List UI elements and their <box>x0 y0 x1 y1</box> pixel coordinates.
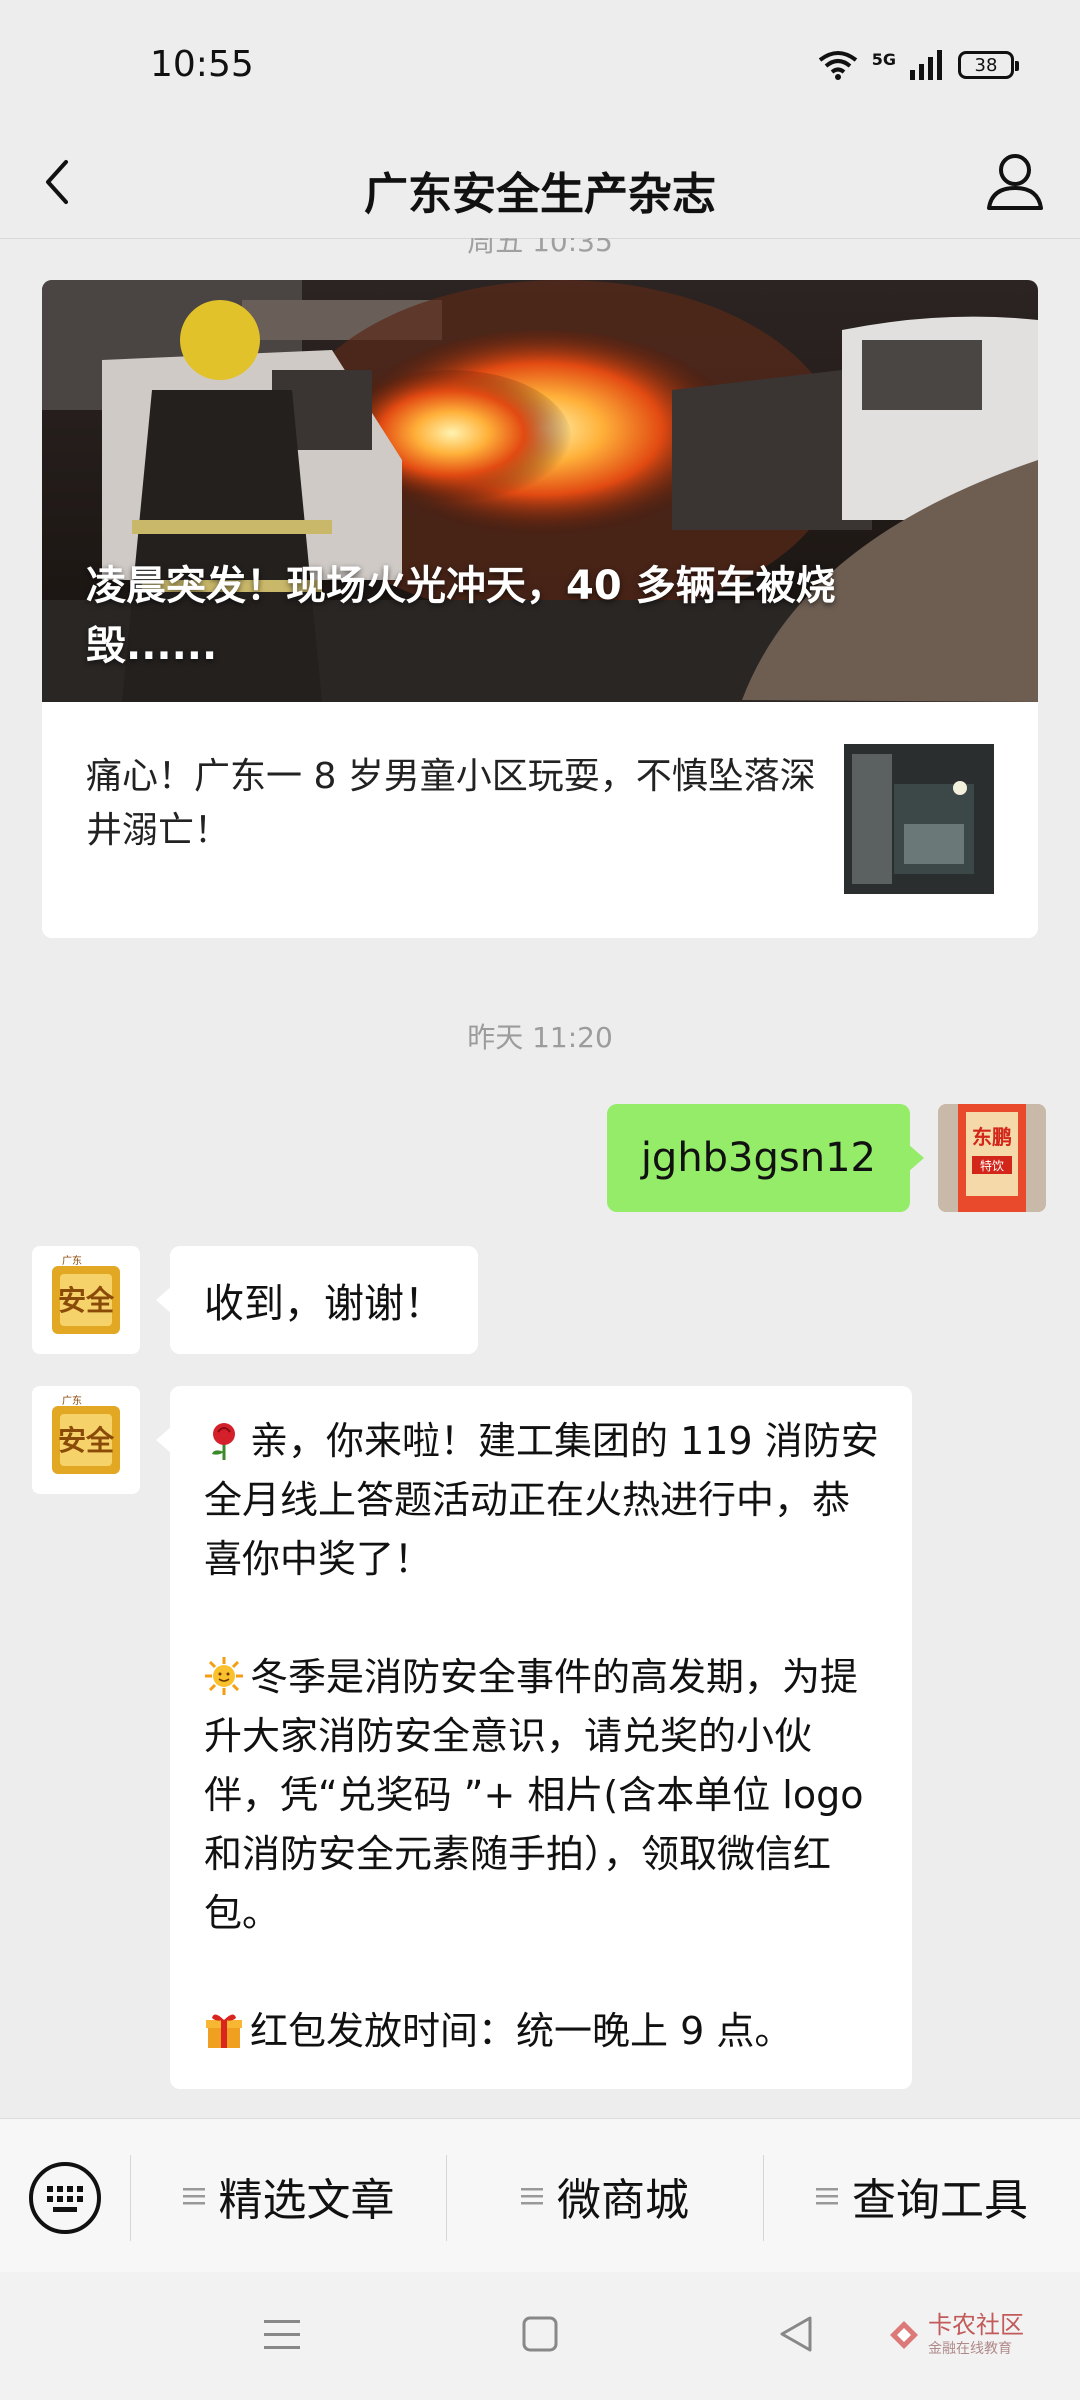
paragraph-1-text: 亲，你来啦！建工集团的 119 消防安全月线上答题活动正在火热进行中，恭喜你中奖… <box>204 1419 879 1581</box>
timestamp: 昨天 11:20 <box>467 1021 613 1054</box>
svg-text:特饮: 特饮 <box>980 1158 1004 1173</box>
incoming-message-short[interactable]: 收到，谢谢！ <box>156 1246 478 1354</box>
timestamp-partial: 周五 10:35 <box>467 238 613 258</box>
svg-text:东鹏: 东鹏 <box>972 1125 1012 1149</box>
account-avatar[interactable]: 安全 广东 <box>32 1386 140 1494</box>
keyboard-toggle-button[interactable] <box>28 2161 102 2235</box>
watermark-subtext: 金融在线教育 <box>928 2341 1012 2357</box>
message-paragraph: 红包发放时间：统一晚上 9 点。 <box>204 2002 882 2061</box>
menu-item-shop[interactable]: 微商城 <box>447 2119 763 2273</box>
gift-emoji <box>206 2014 242 2048</box>
bottom-menu: 精选文章 微商城 查询工具 <box>0 2118 1080 2273</box>
menu-item-tools[interactable]: 查询工具 <box>764 2119 1080 2273</box>
status-icons: 5G 38 <box>818 50 1019 80</box>
back-nav-icon[interactable] <box>776 2310 816 2360</box>
watermark-logo <box>890 2321 918 2349</box>
status-time: 10:55 <box>150 44 254 85</box>
message-paragraph: 冬季是消防安全事件的高发期，为提升大家消防安全意识，请兑奖的小伙伴，凭“兑奖码 … <box>204 1648 882 1943</box>
home-icon[interactable] <box>520 2310 560 2360</box>
menu-lines-icon <box>521 2188 543 2205</box>
paragraph-2-text: 冬季是消防安全事件的高发期，为提升大家消防安全意识，请兑奖的小伙伴，凭“兑奖码 … <box>204 1655 864 1935</box>
my-avatar-image: 东鹏 特饮 <box>938 1104 1046 1212</box>
paragraph-3-text: 红包发放时间：统一晚上 9 点。 <box>250 2009 793 2053</box>
watermark-text: 卡农社区 <box>928 2311 1024 2339</box>
page-title: 广东安全生产杂志 <box>364 169 716 220</box>
battery-level: 38 <box>974 54 998 76</box>
chat-area[interactable]: 周五 10:35 凌晨突发！现场火光冲天，40 多辆车被烧毁...... 痛心！… <box>0 238 1080 2118</box>
menu-lines-icon <box>816 2188 838 2205</box>
menu-item-label: 查询工具 <box>852 2175 1028 2226</box>
status-bar: 10:55 5G 38 <box>0 0 1080 132</box>
article-cover[interactable]: 凌晨突发！现场火光冲天，40 多辆车被烧毁...... <box>42 280 1038 702</box>
message-paragraph: 亲，你来啦！建工集团的 119 消防安全月线上答题活动正在火热进行中，恭喜你中奖… <box>204 1412 882 1589</box>
svg-text:广东: 广东 <box>62 1254 82 1267</box>
network-label: 5G <box>871 50 896 69</box>
svg-text:安全: 安全 <box>58 1284 115 1316</box>
article-sub-title[interactable]: 痛心！广东一 8 岁男童小区玩耍，不慎坠落深井溺亡！ <box>86 750 846 858</box>
keyboard-icon <box>29 2162 101 2234</box>
recent-apps-icon[interactable] <box>262 2310 302 2360</box>
account-avatar-image: 安全 广东 <box>32 1246 140 1354</box>
menu-item-articles[interactable]: 精选文章 <box>131 2119 446 2273</box>
account-avatar[interactable]: 安全 广东 <box>32 1246 140 1354</box>
account-avatar-image: 安全 广东 <box>32 1386 140 1494</box>
person-icon <box>987 154 1043 210</box>
svg-text:广东: 广东 <box>62 1394 82 1407</box>
rose-emoji <box>212 1423 235 1460</box>
article-sub-thumbnail[interactable] <box>844 744 994 894</box>
menu-item-label: 微商城 <box>557 2175 689 2226</box>
menu-lines-icon <box>182 2188 205 2205</box>
title-bar: 广东安全生产杂志 <box>0 132 1080 239</box>
signal-icon <box>910 50 942 80</box>
sun-emoji <box>205 1657 243 1695</box>
article-main-title[interactable]: 凌晨突发！现场火光冲天，40 多辆车被烧毁...... <box>86 556 958 676</box>
svg-text:安全: 安全 <box>58 1424 115 1456</box>
battery-icon: 38 <box>958 51 1019 79</box>
incoming-message-long[interactable]: 亲，你来啦！建工集团的 119 消防安全月线上答题活动正在火热进行中，恭喜你中奖… <box>156 1386 912 2089</box>
my-avatar[interactable]: 东鹏 特饮 <box>938 1104 1046 1212</box>
menu-item-label: 精选文章 <box>218 2175 395 2226</box>
article-card[interactable]: 凌晨突发！现场火光冲天，40 多辆车被烧毁...... 痛心！广东一 8 岁男童… <box>42 280 1038 938</box>
watermark: 卡农社区 金融在线教育 <box>888 2312 1024 2358</box>
system-nav-bar: 卡农社区 金融在线教育 <box>0 2272 1080 2400</box>
article-sub-item[interactable]: 痛心！广东一 8 岁男童小区玩耍，不慎坠落深井溺亡！ <box>42 702 1038 938</box>
wifi-icon <box>818 51 857 80</box>
outgoing-message[interactable]: jghb3gsn12 <box>606 1104 925 1212</box>
profile-button[interactable] <box>980 146 1050 216</box>
